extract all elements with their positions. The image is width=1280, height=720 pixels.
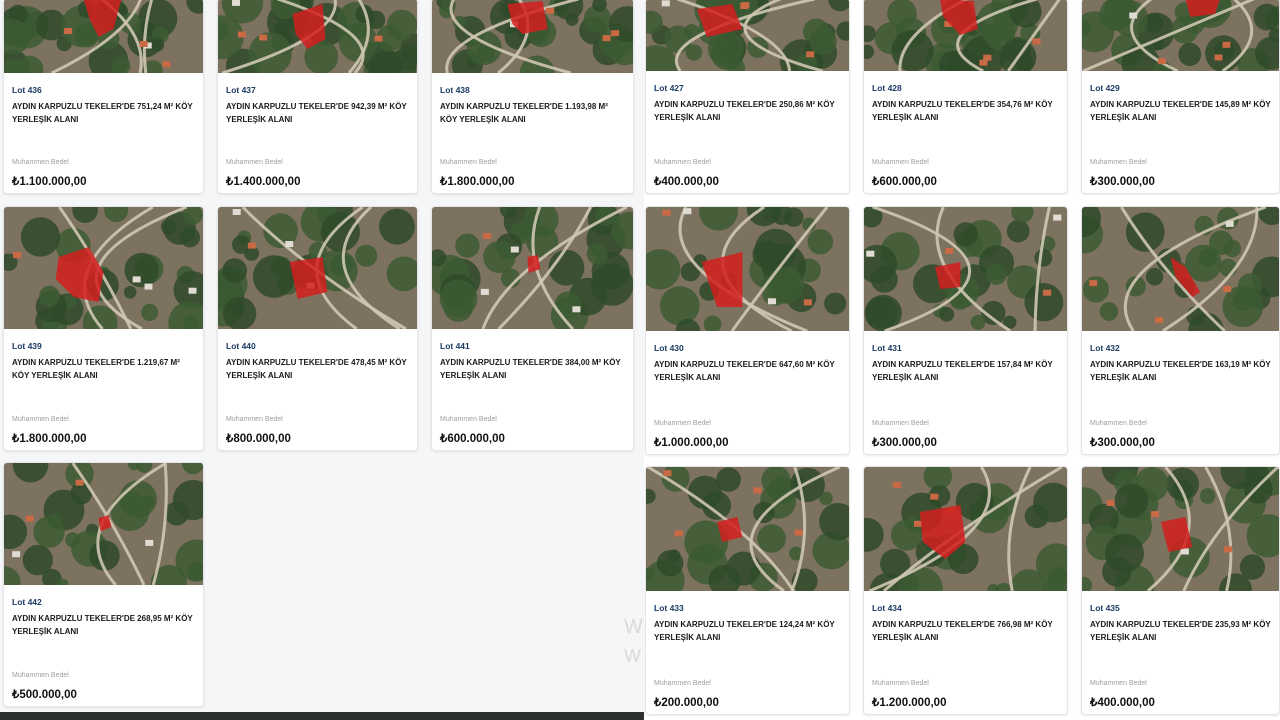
price-label: Muhammen Bedel [226,159,283,166]
lot-title[interactable]: AYDIN KARPUZLU TEKELER'DE 250,86 M² KÖY … [654,98,841,124]
price-label: Muhammen Bedel [654,680,711,687]
lot-title[interactable]: AYDIN KARPUZLU TEKELER'DE 268,95 M² KÖY … [12,612,195,638]
satellite-map-thumbnail[interactable] [432,0,633,73]
price-label: Muhammen Bedel [872,159,929,166]
price-label: Muhammen Bedel [12,416,69,423]
lot-card[interactable]: Lot 427 AYDIN KARPUZLU TEKELER'DE 250,86 … [645,0,850,194]
lot-number[interactable]: Lot 436 [12,85,42,95]
lot-number[interactable]: Lot 441 [440,341,470,351]
lot-card[interactable]: Lot 434 AYDIN KARPUZLU TEKELER'DE 766,98 … [863,466,1068,715]
lot-title[interactable]: AYDIN KARPUZLU TEKELER'DE 145,89 M² KÖY … [1090,98,1271,124]
lot-title[interactable]: AYDIN KARPUZLU TEKELER'DE 647,60 M² KÖY … [654,358,841,384]
satellite-map-thumbnail[interactable] [646,467,849,591]
lot-card[interactable]: Lot 440 AYDIN KARPUZLU TEKELER'DE 478,45 … [217,206,418,451]
lot-price: ₺1.100.000,00 [12,176,87,188]
lot-number[interactable]: Lot 434 [872,603,902,613]
lot-card[interactable]: Lot 432 AYDIN KARPUZLU TEKELER'DE 163,19 … [1081,206,1280,455]
lot-card[interactable]: Lot 428 AYDIN KARPUZLU TEKELER'DE 354,76 … [863,0,1068,194]
lot-price: ₺1.200.000,00 [872,697,947,709]
lot-number[interactable]: Lot 439 [12,341,42,351]
satellite-map-thumbnail[interactable] [432,207,633,329]
satellite-map-thumbnail[interactable] [1082,467,1279,591]
price-label: Muhammen Bedel [872,420,929,427]
lot-card[interactable]: Lot 431 AYDIN KARPUZLU TEKELER'DE 157,84 … [863,206,1068,455]
satellite-map-thumbnail[interactable] [4,463,203,585]
lot-title[interactable]: AYDIN KARPUZLU TEKELER'DE 751,24 M² KÖY … [12,100,195,126]
lot-number[interactable]: Lot 442 [12,597,42,607]
lot-card[interactable]: Lot 436 AYDIN KARPUZLU TEKELER'DE 751,24 … [3,0,204,194]
lot-card[interactable]: Lot 429 AYDIN KARPUZLU TEKELER'DE 145,89 … [1081,0,1280,194]
lot-price: ₺600.000,00 [440,433,505,445]
lot-title[interactable]: AYDIN KARPUZLU TEKELER'DE 235,93 M² KÖY … [1090,618,1271,644]
lot-card[interactable]: Lot 433 AYDIN KARPUZLU TEKELER'DE 124,24 … [645,466,850,715]
lot-price: ₺800.000,00 [226,433,291,445]
lot-price: ₺400.000,00 [1090,697,1155,709]
lot-number[interactable]: Lot 429 [1090,83,1120,93]
taskbar-strip [0,712,644,720]
lot-card[interactable]: Lot 442 AYDIN KARPUZLU TEKELER'DE 268,95 … [3,462,204,707]
lot-number[interactable]: Lot 437 [226,85,256,95]
lot-number[interactable]: Lot 432 [1090,343,1120,353]
watermark-text: W [624,646,641,666]
satellite-map-thumbnail[interactable] [4,0,203,73]
lot-price: ₺500.000,00 [12,689,77,701]
lot-price: ₺200.000,00 [654,697,719,709]
lot-card[interactable]: Lot 437 AYDIN KARPUZLU TEKELER'DE 942,39 … [217,0,418,194]
lot-number[interactable]: Lot 431 [872,343,902,353]
price-label: Muhammen Bedel [12,672,69,679]
lot-number[interactable]: Lot 428 [872,83,902,93]
lot-number[interactable]: Lot 440 [226,341,256,351]
lot-title[interactable]: AYDIN KARPUZLU TEKELER'DE 157,84 M² KÖY … [872,358,1059,384]
lot-number[interactable]: Lot 438 [440,85,470,95]
price-label: Muhammen Bedel [226,416,283,423]
lot-card[interactable]: Lot 430 AYDIN KARPUZLU TEKELER'DE 647,60 … [645,206,850,455]
lot-price: ₺1.800.000,00 [440,176,515,188]
satellite-map-thumbnail[interactable] [1082,207,1279,331]
price-label: Muhammen Bedel [654,159,711,166]
lot-card[interactable]: Lot 435 AYDIN KARPUZLU TEKELER'DE 235,93 … [1081,466,1280,715]
satellite-map-thumbnail[interactable] [864,0,1067,71]
price-label: Muhammen Bedel [1090,420,1147,427]
lot-title[interactable]: AYDIN KARPUZLU TEKELER'DE 766,98 M² KÖY … [872,618,1059,644]
satellite-map-thumbnail[interactable] [864,207,1067,331]
lot-title[interactable]: AYDIN KARPUZLU TEKELER'DE 1.219,67 M² KÖ… [12,356,195,382]
price-label: Muhammen Bedel [1090,680,1147,687]
lot-price: ₺300.000,00 [1090,176,1155,188]
lot-number[interactable]: Lot 427 [654,83,684,93]
satellite-map-thumbnail[interactable] [646,207,849,331]
price-label: Muhammen Bedel [440,416,497,423]
satellite-map-thumbnail[interactable] [4,207,203,329]
price-label: Muhammen Bedel [1090,159,1147,166]
lot-price: ₺300.000,00 [1090,437,1155,449]
watermark-text: W [624,616,643,638]
lot-card[interactable]: Lot 441 AYDIN KARPUZLU TEKELER'DE 384,00 … [431,206,634,451]
satellite-map-thumbnail[interactable] [218,0,417,73]
lot-number[interactable]: Lot 435 [1090,603,1120,613]
satellite-map-thumbnail[interactable] [864,467,1067,591]
price-label: Muhammen Bedel [654,420,711,427]
lot-title[interactable]: AYDIN KARPUZLU TEKELER'DE 478,45 M² KÖY … [226,356,409,382]
lot-title[interactable]: AYDIN KARPUZLU TEKELER'DE 124,24 M² KÖY … [654,618,841,644]
lot-card[interactable]: Lot 439 AYDIN KARPUZLU TEKELER'DE 1.219,6… [3,206,204,451]
lot-price: ₺300.000,00 [872,437,937,449]
lot-title[interactable]: AYDIN KARPUZLU TEKELER'DE 1.193,98 M² KÖ… [440,100,625,126]
lot-card[interactable]: Lot 438 AYDIN KARPUZLU TEKELER'DE 1.193,9… [431,0,634,194]
price-label: Muhammen Bedel [440,159,497,166]
satellite-map-thumbnail[interactable] [646,0,849,71]
lot-price: ₺600.000,00 [872,176,937,188]
lot-price: ₺400.000,00 [654,176,719,188]
lot-title[interactable]: AYDIN KARPUZLU TEKELER'DE 163,19 M² KÖY … [1090,358,1271,384]
lot-title[interactable]: AYDIN KARPUZLU TEKELER'DE 354,76 M² KÖY … [872,98,1059,124]
lot-number[interactable]: Lot 433 [654,603,684,613]
lot-price: ₺1.800.000,00 [12,433,87,445]
lot-number[interactable]: Lot 430 [654,343,684,353]
lot-price: ₺1.400.000,00 [226,176,301,188]
satellite-map-thumbnail[interactable] [1082,0,1279,71]
lot-title[interactable]: AYDIN KARPUZLU TEKELER'DE 384,00 M² KÖY … [440,356,625,382]
price-label: Muhammen Bedel [12,159,69,166]
lot-price: ₺1.000.000,00 [654,437,729,449]
price-label: Muhammen Bedel [872,680,929,687]
satellite-map-thumbnail[interactable] [218,207,417,329]
lot-title[interactable]: AYDIN KARPUZLU TEKELER'DE 942,39 M² KÖY … [226,100,409,126]
